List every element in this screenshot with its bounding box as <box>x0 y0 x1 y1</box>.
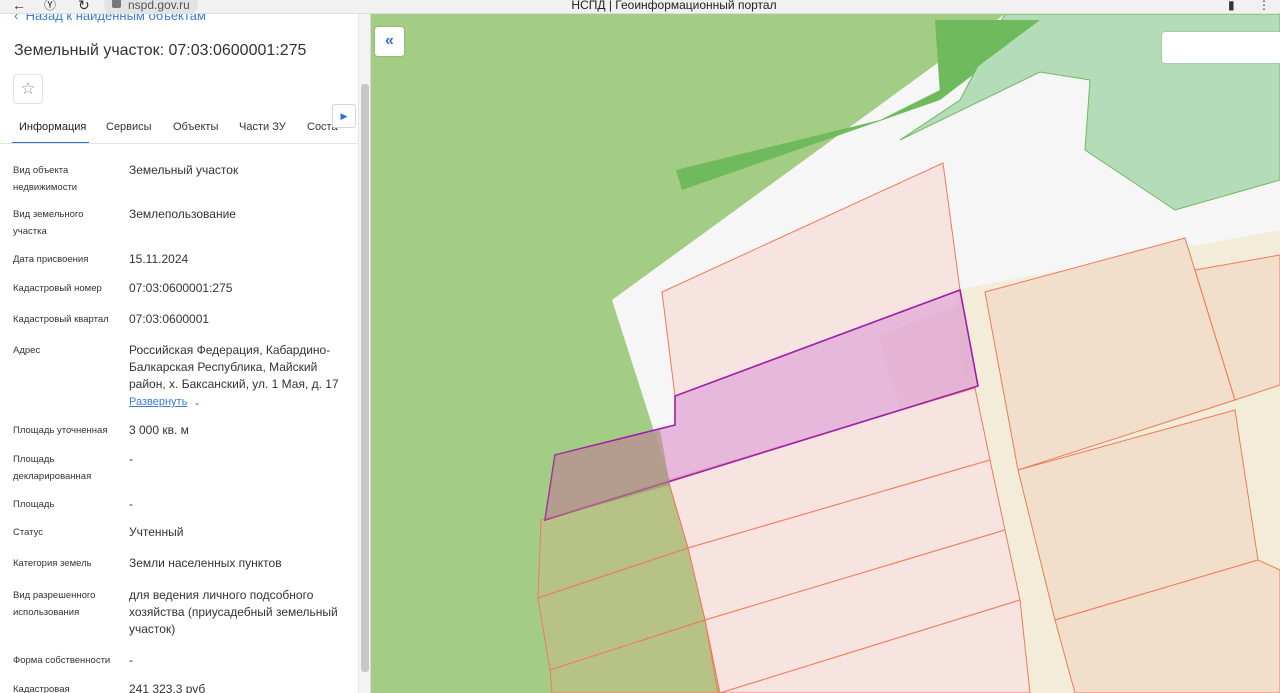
tab-information[interactable]: Информация <box>19 121 86 133</box>
tab-services[interactable]: Сервисы <box>106 121 152 133</box>
back-link[interactable]: ‹ Назад к найденным объектам <box>14 14 206 23</box>
property-label: Площадь уточненная <box>13 425 108 436</box>
collapse-panel-button[interactable]: « <box>375 27 404 56</box>
map-search-input[interactable] <box>1162 32 1280 63</box>
property-value: для ведения личного подсобного хозяйства… <box>129 588 338 636</box>
property-value: 15.11.2024 <box>129 252 189 266</box>
property-value: Земли населенных пунктов <box>129 556 282 570</box>
browser-toolbar: ← Ⓨ ↻ nspd.gov.ru НСПД | Геоинформационн… <box>0 0 1280 14</box>
back-link-label: Назад к найденным объектам <box>25 14 206 23</box>
property-value: Землепользование <box>129 207 236 221</box>
property-value: - <box>129 452 133 466</box>
property-label: Форма собственности <box>13 655 111 666</box>
property-label: Статус <box>13 527 44 538</box>
triangle-right-icon: ▶ <box>340 111 348 121</box>
property-label: Категория земель <box>13 558 92 569</box>
property-value: - <box>129 497 133 511</box>
property-value: Земельный участок <box>129 163 239 177</box>
double-chevron-left-icon: « <box>385 32 394 49</box>
property-value: Российская Федерация, Кабардино-Балкарск… <box>129 342 351 411</box>
property-value: 07:03:0600001 <box>129 312 210 326</box>
panel-scrollbar[interactable] <box>358 14 371 693</box>
expand-label: Развернуть <box>129 396 188 408</box>
property-label: Площадь <box>13 499 55 510</box>
property-label: Кадастровая <box>13 684 70 693</box>
property-label: Адрес <box>13 345 41 356</box>
property-label: Дата присвоения <box>13 254 89 265</box>
property-label: Вид земельного участка <box>13 209 84 237</box>
object-info-panel: ‹ Назад к найденным объектам Земельный у… <box>0 14 358 693</box>
favorite-button[interactable]: ☆ <box>13 74 43 104</box>
page-title: НСПД | Геоинформационный портал <box>571 0 777 12</box>
property-label: Вид объекта недвижимости <box>13 165 78 193</box>
property-value: 241 323,3 руб <box>129 682 206 693</box>
property-value: 3 000 кв. м <box>129 423 189 437</box>
property-value: - <box>129 653 133 667</box>
property-value: Учтенный <box>129 525 184 539</box>
tab-bar: Информация Сервисы Объекты Части ЗУ Сост… <box>0 116 358 144</box>
property-label: Площадь декларированная <box>13 454 92 482</box>
property-label: Кадастровый номер <box>13 283 102 294</box>
tab-parts[interactable]: Части ЗУ <box>239 121 286 133</box>
chevron-down-icon: ⌄ <box>193 397 201 407</box>
bookmark-icon[interactable]: ▮ <box>1228 0 1235 14</box>
address-text: Российская Федерация, Кабардино-Балкарск… <box>129 343 339 391</box>
star-icon: ☆ <box>20 79 36 98</box>
object-title: Земельный участок: 07:03:0600001:275 <box>14 42 307 59</box>
scrollbar-thumb[interactable] <box>361 84 369 672</box>
active-tab-indicator <box>12 142 89 143</box>
property-value: 07:03:0600001:275 <box>129 281 233 295</box>
tabs-scroll-right-button[interactable]: ▶ <box>332 104 356 128</box>
expand-link[interactable]: Развернуть ⌄ <box>129 393 351 411</box>
chevron-left-icon: ‹ <box>14 14 26 23</box>
property-label: Кадастровый квартал <box>13 314 109 325</box>
property-label: Вид разрешенного использования <box>13 590 96 618</box>
cadastral-map <box>371 14 1280 693</box>
tab-objects[interactable]: Объекты <box>173 121 218 133</box>
more-icon[interactable]: ⋮ <box>1258 0 1270 14</box>
map-view[interactable] <box>371 14 1280 693</box>
